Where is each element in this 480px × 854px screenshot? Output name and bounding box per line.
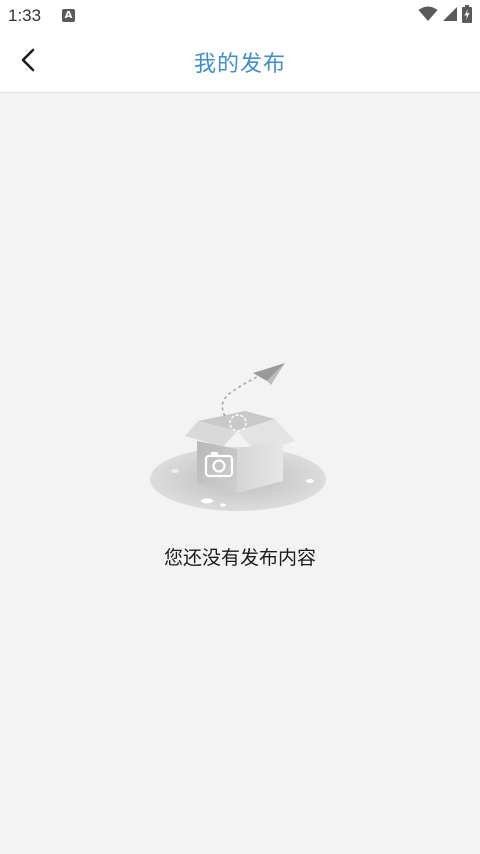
signal-icon bbox=[442, 6, 458, 26]
status-time: 1:33 bbox=[8, 6, 42, 25]
page-title: 我的发布 bbox=[193, 52, 286, 77]
empty-box-illustration bbox=[145, 361, 335, 521]
status-bar: 1:33 A bbox=[0, 0, 480, 32]
dashed-trajectory bbox=[221, 376, 258, 417]
wifi-icon bbox=[418, 6, 438, 26]
paper-plane-icon bbox=[253, 363, 285, 385]
battery-charging-icon bbox=[462, 5, 472, 27]
status-icons bbox=[418, 5, 472, 27]
main-content: 您还没有发布内容 bbox=[0, 93, 480, 854]
empty-state-message: 您还没有发布内容 bbox=[163, 547, 316, 569]
notification-a-icon: A bbox=[62, 9, 75, 22]
header-bar: 我的发布 bbox=[0, 32, 480, 93]
